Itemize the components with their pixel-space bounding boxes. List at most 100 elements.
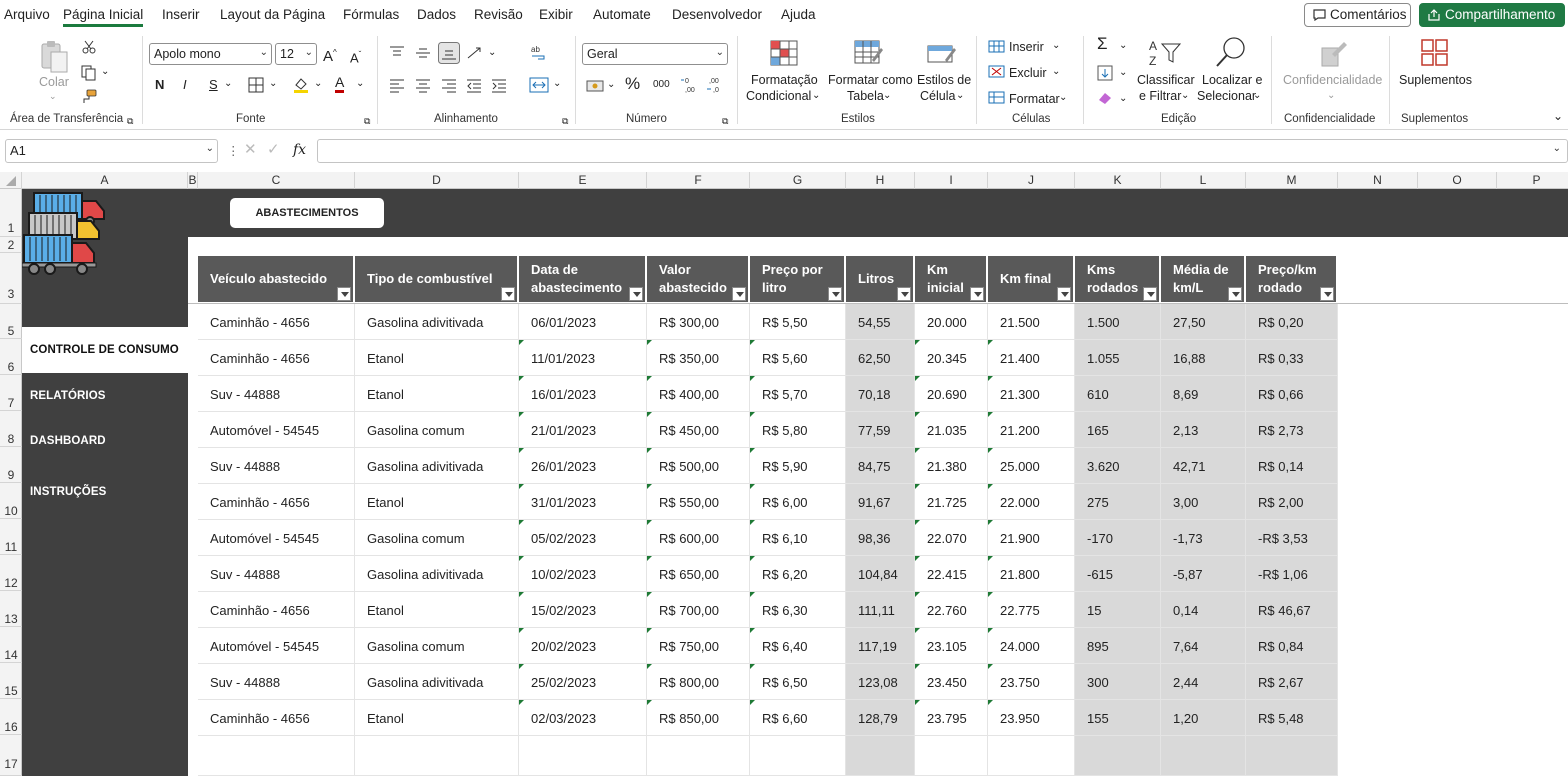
- filter-dropdown-icon[interactable]: [828, 287, 842, 301]
- expand-formula-bar-icon[interactable]: ⌄: [1553, 143, 1561, 154]
- menu-formulas[interactable]: Fórmulas: [343, 7, 399, 22]
- cell-km-inicial[interactable]: 20.000: [915, 304, 988, 340]
- conditional-formatting-chevron-icon[interactable]: ⌄: [812, 88, 820, 104]
- filter-dropdown-icon[interactable]: [897, 287, 911, 301]
- column-header-i[interactable]: I: [915, 172, 988, 189]
- align-right-icon[interactable]: [441, 79, 457, 93]
- cell-kms-rodados[interactable]: 15: [1075, 592, 1161, 628]
- cell-media-km-l[interactable]: 2,44: [1161, 664, 1246, 700]
- sort-filter-label-1[interactable]: Classificar: [1137, 72, 1195, 88]
- addins-button-label[interactable]: Suplementos: [1399, 72, 1472, 88]
- clear-icon[interactable]: [1097, 91, 1113, 105]
- row-header-16[interactable]: 16: [0, 699, 22, 735]
- cell-km-final[interactable]: 21.900: [988, 520, 1075, 556]
- cell-combustivel[interactable]: Gasolina adivitivada: [355, 304, 519, 340]
- copy-icon[interactable]: [81, 65, 97, 81]
- conditional-formatting-label-1[interactable]: Formatação: [751, 72, 818, 88]
- cell-veiculo[interactable]: Caminhão - 4656: [198, 592, 355, 628]
- cell-km-inicial[interactable]: 21.725: [915, 484, 988, 520]
- cell-styles-chevron-icon[interactable]: ⌄: [956, 88, 964, 104]
- empty-cell[interactable]: [915, 736, 988, 776]
- empty-cell[interactable]: [1075, 736, 1161, 776]
- wrap-text-icon[interactable]: ab: [530, 44, 548, 62]
- cell-data[interactable]: 10/02/2023: [519, 556, 647, 592]
- column-header-d[interactable]: D: [355, 172, 519, 189]
- font-size-dropdown[interactable]: 12 ⌄: [275, 43, 317, 65]
- cell-preco-km[interactable]: -R$ 3,53: [1246, 520, 1338, 556]
- cell-veiculo[interactable]: Suv - 44888: [198, 664, 355, 700]
- cell-media-km-l[interactable]: 0,14: [1161, 592, 1246, 628]
- cell-veiculo[interactable]: Caminhão - 4656: [198, 340, 355, 376]
- cell-kms-rodados[interactable]: 300: [1075, 664, 1161, 700]
- comments-button[interactable]: Comentários: [1304, 3, 1411, 27]
- italic-button[interactable]: I: [183, 77, 187, 93]
- cell-litros[interactable]: 117,19: [846, 628, 915, 664]
- cell-combustivel[interactable]: Etanol: [355, 340, 519, 376]
- cell-valor[interactable]: R$ 500,00: [647, 448, 750, 484]
- cell-litros[interactable]: 77,59: [846, 412, 915, 448]
- cell-kms-rodados[interactable]: 1.055: [1075, 340, 1161, 376]
- empty-cell[interactable]: [647, 736, 750, 776]
- sensitivity-button-label[interactable]: Confidencialidade: [1283, 72, 1382, 88]
- cell-valor[interactable]: R$ 550,00: [647, 484, 750, 520]
- row-header-9[interactable]: 9: [0, 447, 22, 483]
- row-header-11[interactable]: 11: [0, 519, 22, 555]
- cell-styles-label-1[interactable]: Estilos de: [917, 72, 971, 88]
- align-left-icon[interactable]: [389, 79, 405, 93]
- cell-valor[interactable]: R$ 850,00: [647, 700, 750, 736]
- paste-chevron-icon[interactable]: ⌄: [49, 88, 57, 104]
- column-header-n[interactable]: N: [1338, 172, 1418, 189]
- row-header-17[interactable]: 17: [0, 735, 22, 776]
- cell-styles-icon[interactable]: [927, 40, 957, 66]
- cell-data[interactable]: 11/01/2023: [519, 340, 647, 376]
- cell-kms-rodados[interactable]: 275: [1075, 484, 1161, 520]
- cell-preco-litro[interactable]: R$ 5,70: [750, 376, 846, 412]
- menu-dados[interactable]: Dados: [417, 7, 456, 22]
- cell-km-inicial[interactable]: 20.345: [915, 340, 988, 376]
- decrease-indent-icon[interactable]: [466, 79, 482, 93]
- row-header-8[interactable]: 8: [0, 411, 22, 447]
- row-header-2[interactable]: 2: [0, 237, 22, 253]
- cell-litros[interactable]: 70,18: [846, 376, 915, 412]
- cell-veiculo[interactable]: Suv - 44888: [198, 376, 355, 412]
- confirm-entry-icon[interactable]: ✓: [267, 142, 280, 158]
- cell-km-final[interactable]: 25.000: [988, 448, 1075, 484]
- cell-km-inicial[interactable]: 23.795: [915, 700, 988, 736]
- menu-exibir[interactable]: Exibir: [539, 7, 573, 22]
- clipboard-launcher-icon[interactable]: ⧉: [127, 113, 133, 129]
- cell-styles-label-2[interactable]: Célula: [920, 88, 955, 104]
- paste-icon[interactable]: [38, 40, 70, 74]
- cell-media-km-l[interactable]: 7,64: [1161, 628, 1246, 664]
- row-header-1[interactable]: 1: [0, 189, 22, 237]
- increase-decimal-icon[interactable]: 0,00: [680, 75, 700, 95]
- cell-litros[interactable]: 91,67: [846, 484, 915, 520]
- sidebar-item-instrucoes[interactable]: INSTRUÇÕES: [22, 469, 188, 515]
- cell-kms-rodados[interactable]: -170: [1075, 520, 1161, 556]
- sensitivity-chevron-icon[interactable]: ⌄: [1327, 88, 1335, 104]
- align-bottom-icon[interactable]: [438, 42, 460, 64]
- empty-cell[interactable]: [846, 736, 915, 776]
- number-launcher-icon[interactable]: ⧉: [722, 113, 728, 129]
- filter-dropdown-icon[interactable]: [501, 287, 515, 301]
- conditional-formatting-icon[interactable]: [770, 40, 798, 66]
- sort-filter-chevron-icon[interactable]: ⌄: [1181, 88, 1189, 104]
- sort-filter-icon[interactable]: AZ: [1148, 38, 1182, 68]
- filter-dropdown-icon[interactable]: [1143, 287, 1157, 301]
- abastecimentos-button[interactable]: ABASTECIMENTOS: [230, 198, 384, 228]
- cell-km-final[interactable]: 21.500: [988, 304, 1075, 340]
- cell-km-final[interactable]: 21.800: [988, 556, 1075, 592]
- row-header-12[interactable]: 12: [0, 555, 22, 591]
- cell-litros[interactable]: 84,75: [846, 448, 915, 484]
- cell-preco-litro[interactable]: R$ 5,90: [750, 448, 846, 484]
- cell-litros[interactable]: 104,84: [846, 556, 915, 592]
- cell-combustivel[interactable]: Gasolina adivitivada: [355, 448, 519, 484]
- row-header-5[interactable]: 5: [0, 304, 22, 339]
- formula-bar-menu-icon[interactable]: ⋮: [227, 143, 240, 159]
- filter-dropdown-icon[interactable]: [732, 287, 746, 301]
- cell-combustivel[interactable]: Gasolina adivitivada: [355, 664, 519, 700]
- cell-media-km-l[interactable]: 2,13: [1161, 412, 1246, 448]
- format-painter-icon[interactable]: [81, 89, 97, 105]
- delete-cells-label[interactable]: Excluir: [1009, 65, 1047, 81]
- row-header-10[interactable]: 10: [0, 483, 22, 519]
- format-as-table-label-1[interactable]: Formatar como: [828, 72, 913, 88]
